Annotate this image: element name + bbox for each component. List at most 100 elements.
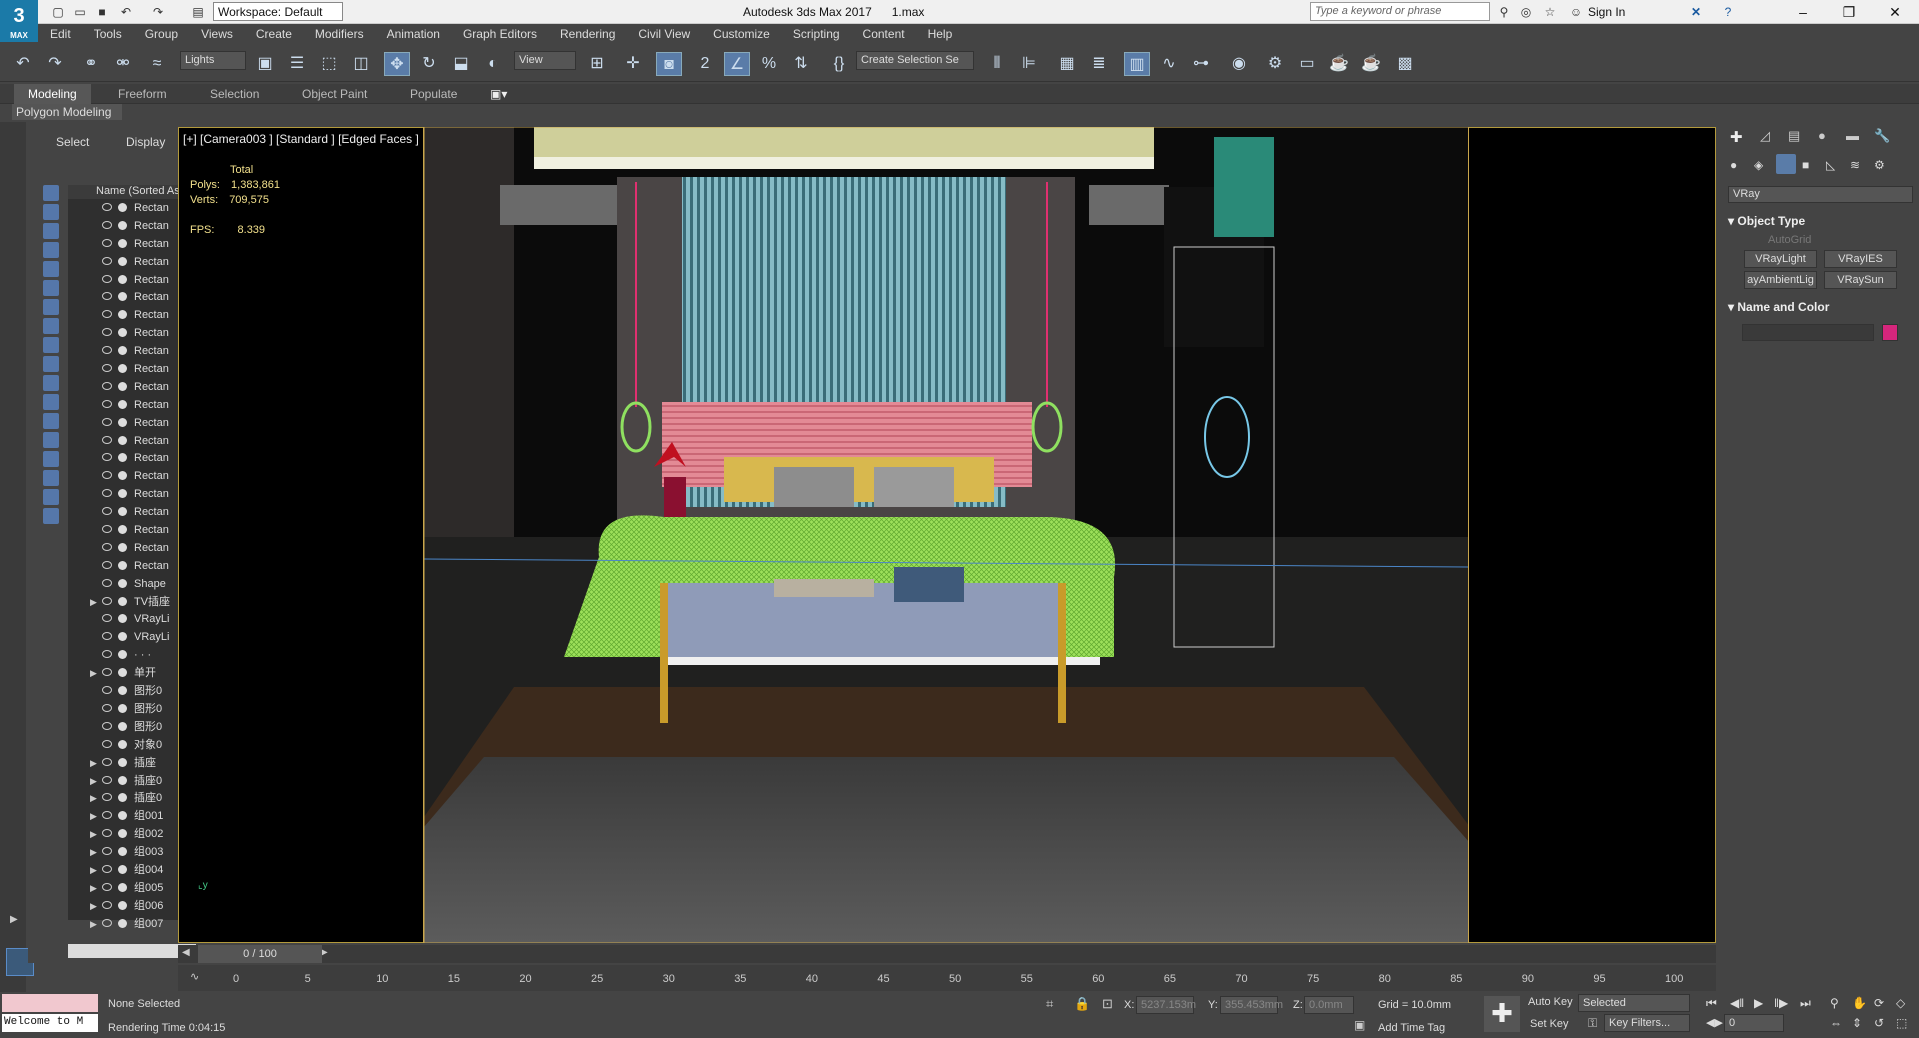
visibility-eye-icon[interactable] — [102, 596, 112, 605]
expand-arrow-icon[interactable]: ▶ — [90, 897, 97, 915]
visibility-eye-icon[interactable] — [102, 757, 112, 766]
menu-create[interactable]: Create — [244, 24, 303, 41]
list-item[interactable]: ▶ 单开 — [68, 664, 196, 682]
communication-icon[interactable]: ◎ — [1518, 4, 1534, 20]
selection-filter-dropdown[interactable]: Lights — [180, 51, 246, 70]
open-file-icon[interactable]: ▭ — [72, 4, 88, 20]
render-toggle-icon[interactable] — [118, 632, 127, 642]
lights-icon[interactable] — [1776, 154, 1796, 174]
scale-icon[interactable]: ⬓ — [448, 52, 474, 76]
render-toggle-icon[interactable] — [118, 918, 127, 928]
list-item[interactable]: Rectan — [68, 449, 196, 467]
redo-icon[interactable]: ↷ — [150, 4, 166, 20]
redo-icon[interactable]: ↷ — [42, 52, 68, 76]
display-shapes-icon[interactable] — [43, 204, 59, 220]
list-item[interactable]: VRayLi — [68, 610, 196, 628]
rendered-scene[interactable] — [423, 127, 1469, 943]
display-tab-icon[interactable]: ▬ — [1846, 128, 1859, 143]
visibility-eye-icon[interactable] — [102, 346, 112, 355]
menu-tools[interactable]: Tools — [82, 24, 133, 41]
list-item[interactable]: ▶ 组001 — [68, 807, 196, 825]
list-item[interactable]: ▶ 组006 — [68, 897, 196, 915]
render-toggle-icon[interactable] — [118, 721, 127, 731]
list-item[interactable]: ▶ TV插座 — [68, 593, 196, 611]
percent-snap-icon[interactable]: % — [756, 52, 782, 76]
list-item[interactable]: ▶ 组005 — [68, 879, 196, 897]
render-toggle-icon[interactable] — [118, 489, 127, 499]
menu-rendering[interactable]: Rendering — [548, 24, 626, 41]
render-production-icon[interactable]: ☕ — [1326, 52, 1352, 76]
tab-selection[interactable]: Selection — [210, 87, 259, 101]
display-spacewarps-icon[interactable] — [43, 280, 59, 296]
key-mode-icon[interactable]: ◀▶ — [1706, 1016, 1723, 1029]
list-item[interactable]: Rectan — [68, 253, 196, 271]
selection-lock-icon[interactable]: 🔒 — [1074, 996, 1090, 1012]
undo-icon[interactable]: ↶ — [118, 4, 134, 20]
rotate-icon[interactable]: ↻ — [416, 52, 442, 76]
visibility-eye-icon[interactable] — [102, 220, 112, 229]
menu-scripting[interactable]: Scripting — [781, 24, 851, 41]
display-geometry-icon[interactable] — [43, 185, 59, 201]
display-lights-icon[interactable] — [43, 223, 59, 239]
edit-named-selection-icon[interactable]: {} — [826, 52, 852, 76]
object-name-field[interactable] — [1742, 324, 1874, 341]
visibility-eye-icon[interactable] — [102, 793, 112, 802]
workspace-dropdown[interactable]: Workspace: Default — [213, 2, 343, 21]
list-item[interactable]: Rectan — [68, 288, 196, 306]
list-item[interactable]: 图形0 — [68, 700, 196, 718]
visibility-eye-icon[interactable] — [102, 686, 112, 695]
render-toggle-icon[interactable] — [118, 900, 127, 910]
pivot-center-icon[interactable]: ⊞ — [584, 52, 610, 76]
play-icon[interactable]: ▶ — [1754, 996, 1763, 1010]
list-item[interactable]: Rectan — [68, 342, 196, 360]
render-toggle-icon[interactable] — [118, 864, 127, 874]
list-item[interactable]: Rectan — [68, 199, 196, 217]
expand-arrow-icon[interactable]: ▶ — [90, 825, 97, 843]
visibility-eye-icon[interactable] — [102, 256, 112, 265]
menu-animation[interactable]: Animation — [375, 24, 451, 41]
favorites-icon[interactable]: ☆ — [1542, 4, 1558, 20]
x-coordinate-field[interactable]: 5237.153m — [1136, 996, 1196, 1014]
list-item[interactable]: Shape — [68, 575, 196, 593]
visibility-eye-icon[interactable] — [102, 399, 112, 408]
mini-curve-editor-icon[interactable]: ∿ — [190, 970, 199, 983]
render-toggle-icon[interactable] — [118, 560, 127, 570]
render-iterative-icon[interactable]: ☕ — [1358, 52, 1384, 76]
list-item[interactable]: Rectan — [68, 324, 196, 342]
render-toggle-icon[interactable] — [118, 417, 127, 427]
systems-icon[interactable]: ⚙ — [1874, 158, 1885, 172]
list-item[interactable]: 图形0 — [68, 682, 196, 700]
visibility-eye-icon[interactable] — [102, 542, 112, 551]
tab-object-paint[interactable]: Object Paint — [302, 87, 367, 101]
menu-graph-editors[interactable]: Graph Editors — [451, 24, 548, 41]
scene-explorer-icon[interactable]: ▦ — [1054, 52, 1080, 76]
list-item[interactable]: Rectan — [68, 306, 196, 324]
app-logo[interactable]: 3 MAX — [0, 0, 38, 42]
expand-arrow-icon[interactable]: ▶ — [90, 754, 97, 772]
visibility-eye-icon[interactable] — [102, 292, 112, 301]
render-toggle-icon[interactable] — [118, 596, 127, 606]
visibility-eye-icon[interactable] — [102, 310, 112, 319]
display-frozen-icon[interactable] — [43, 394, 59, 410]
render-toggle-icon[interactable] — [118, 847, 127, 857]
geometry-icon[interactable]: ● — [1730, 158, 1737, 172]
render-toggle-icon[interactable] — [118, 775, 127, 785]
render-toggle-icon[interactable] — [118, 364, 127, 374]
visibility-eye-icon[interactable] — [102, 453, 112, 462]
menu-customize[interactable]: Customize — [701, 24, 781, 41]
visibility-eye-icon[interactable] — [102, 900, 112, 909]
key-filters-button[interactable]: Key Filters... — [1604, 1014, 1690, 1032]
unlink-icon[interactable]: ⚮ — [110, 52, 136, 76]
visibility-eye-icon[interactable] — [102, 918, 112, 927]
layer-explorer-icon[interactable]: ≣ — [1086, 52, 1112, 76]
select-manipulate-icon[interactable]: ✛ — [620, 52, 646, 76]
snaps-toggle-icon[interactable]: 2 — [692, 52, 718, 76]
render-toggle-icon[interactable] — [118, 256, 127, 266]
list-item[interactable]: · · · — [68, 646, 196, 664]
maximize-button[interactable]: ❐ — [1826, 0, 1872, 24]
render-toggle-icon[interactable] — [118, 471, 127, 481]
maxscript-listener[interactable]: Welcome to M — [2, 1014, 98, 1032]
search-input[interactable]: Type a keyword or phrase — [1310, 2, 1490, 21]
list-item[interactable]: ▶ 插座0 — [68, 789, 196, 807]
visibility-eye-icon[interactable] — [102, 578, 112, 587]
